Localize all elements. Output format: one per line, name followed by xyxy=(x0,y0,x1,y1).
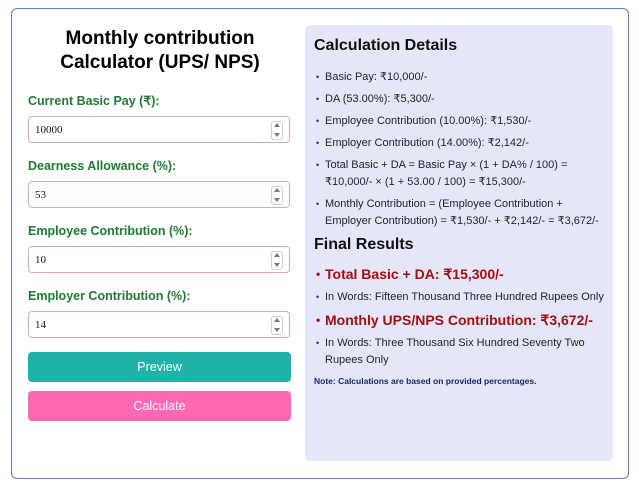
detail-da: DA (53.00%): ₹5,300/- xyxy=(314,91,605,108)
basic-pay-label: Current Basic Pay (₹): xyxy=(28,94,160,108)
title-line-1: Monthly contribution xyxy=(65,28,255,49)
detail-total-formula: Total Basic + DA = Basic Pay × (1 + DA% … xyxy=(314,157,605,191)
basic-pay-spinner[interactable] xyxy=(271,121,283,140)
da-input[interactable] xyxy=(29,182,259,207)
spinner-down-icon[interactable] xyxy=(274,263,280,267)
results-panel: Calculation Details Basic Pay: ₹10,000/-… xyxy=(305,25,613,461)
calculation-note: Note: Calculations are based on provided… xyxy=(314,376,537,386)
employee-contribution-spinner[interactable] xyxy=(271,251,283,270)
contribution-in-words: In Words: Three Thousand Six Hundred Sev… xyxy=(314,335,605,369)
calculation-details-list: Basic Pay: ₹10,000/- DA (53.00%): ₹5,300… xyxy=(314,69,605,230)
employer-contribution-field[interactable] xyxy=(28,311,290,338)
basic-pay-input[interactable] xyxy=(29,117,259,142)
da-spinner[interactable] xyxy=(271,186,283,205)
employee-contribution-input[interactable] xyxy=(29,247,259,272)
employer-contribution-label: Employer Contribution (%): xyxy=(28,289,191,303)
calculation-details-title: Calculation Details xyxy=(314,37,458,54)
page-title: Monthly contribution Calculator (UPS/ NP… xyxy=(28,25,292,75)
spinner-down-icon[interactable] xyxy=(274,133,280,137)
detail-employee-contribution: Employee Contribution (10.00%): ₹1,530/- xyxy=(314,113,605,130)
employee-contribution-field[interactable] xyxy=(28,246,290,273)
detail-employer-contribution: Employer Contribution (14.00%): ₹2,142/- xyxy=(314,135,605,152)
da-field[interactable] xyxy=(28,181,290,208)
employer-contribution-spinner[interactable] xyxy=(271,316,283,335)
spinner-up-icon[interactable] xyxy=(274,253,280,257)
calculate-button[interactable]: Calculate xyxy=(28,391,291,421)
spinner-down-icon[interactable] xyxy=(274,328,280,332)
total-in-words: In Words: Fifteen Thousand Three Hundred… xyxy=(314,289,605,306)
input-form: Monthly contribution Calculator (UPS/ NP… xyxy=(28,25,292,421)
monthly-contribution-result: Monthly UPS/NPS Contribution: ₹3,672/- xyxy=(314,311,605,329)
employer-contribution-input[interactable] xyxy=(29,312,259,337)
spinner-up-icon[interactable] xyxy=(274,318,280,322)
detail-basic-pay: Basic Pay: ₹10,000/- xyxy=(314,69,605,86)
spinner-up-icon[interactable] xyxy=(274,188,280,192)
spinner-down-icon[interactable] xyxy=(274,198,280,202)
title-line-2: Calculator (UPS/ NPS) xyxy=(60,52,260,73)
detail-contribution-formula: Monthly Contribution = (Employee Contrib… xyxy=(314,196,605,230)
spinner-up-icon[interactable] xyxy=(274,123,280,127)
basic-pay-field[interactable] xyxy=(28,116,290,143)
total-basic-da-result: Total Basic + DA: ₹15,300/- xyxy=(314,265,605,283)
employee-contribution-label: Employee Contribution (%): xyxy=(28,224,193,238)
da-label: Dearness Allowance (%): xyxy=(28,159,177,173)
final-results-title: Final Results xyxy=(314,236,414,253)
preview-button[interactable]: Preview xyxy=(28,352,291,382)
